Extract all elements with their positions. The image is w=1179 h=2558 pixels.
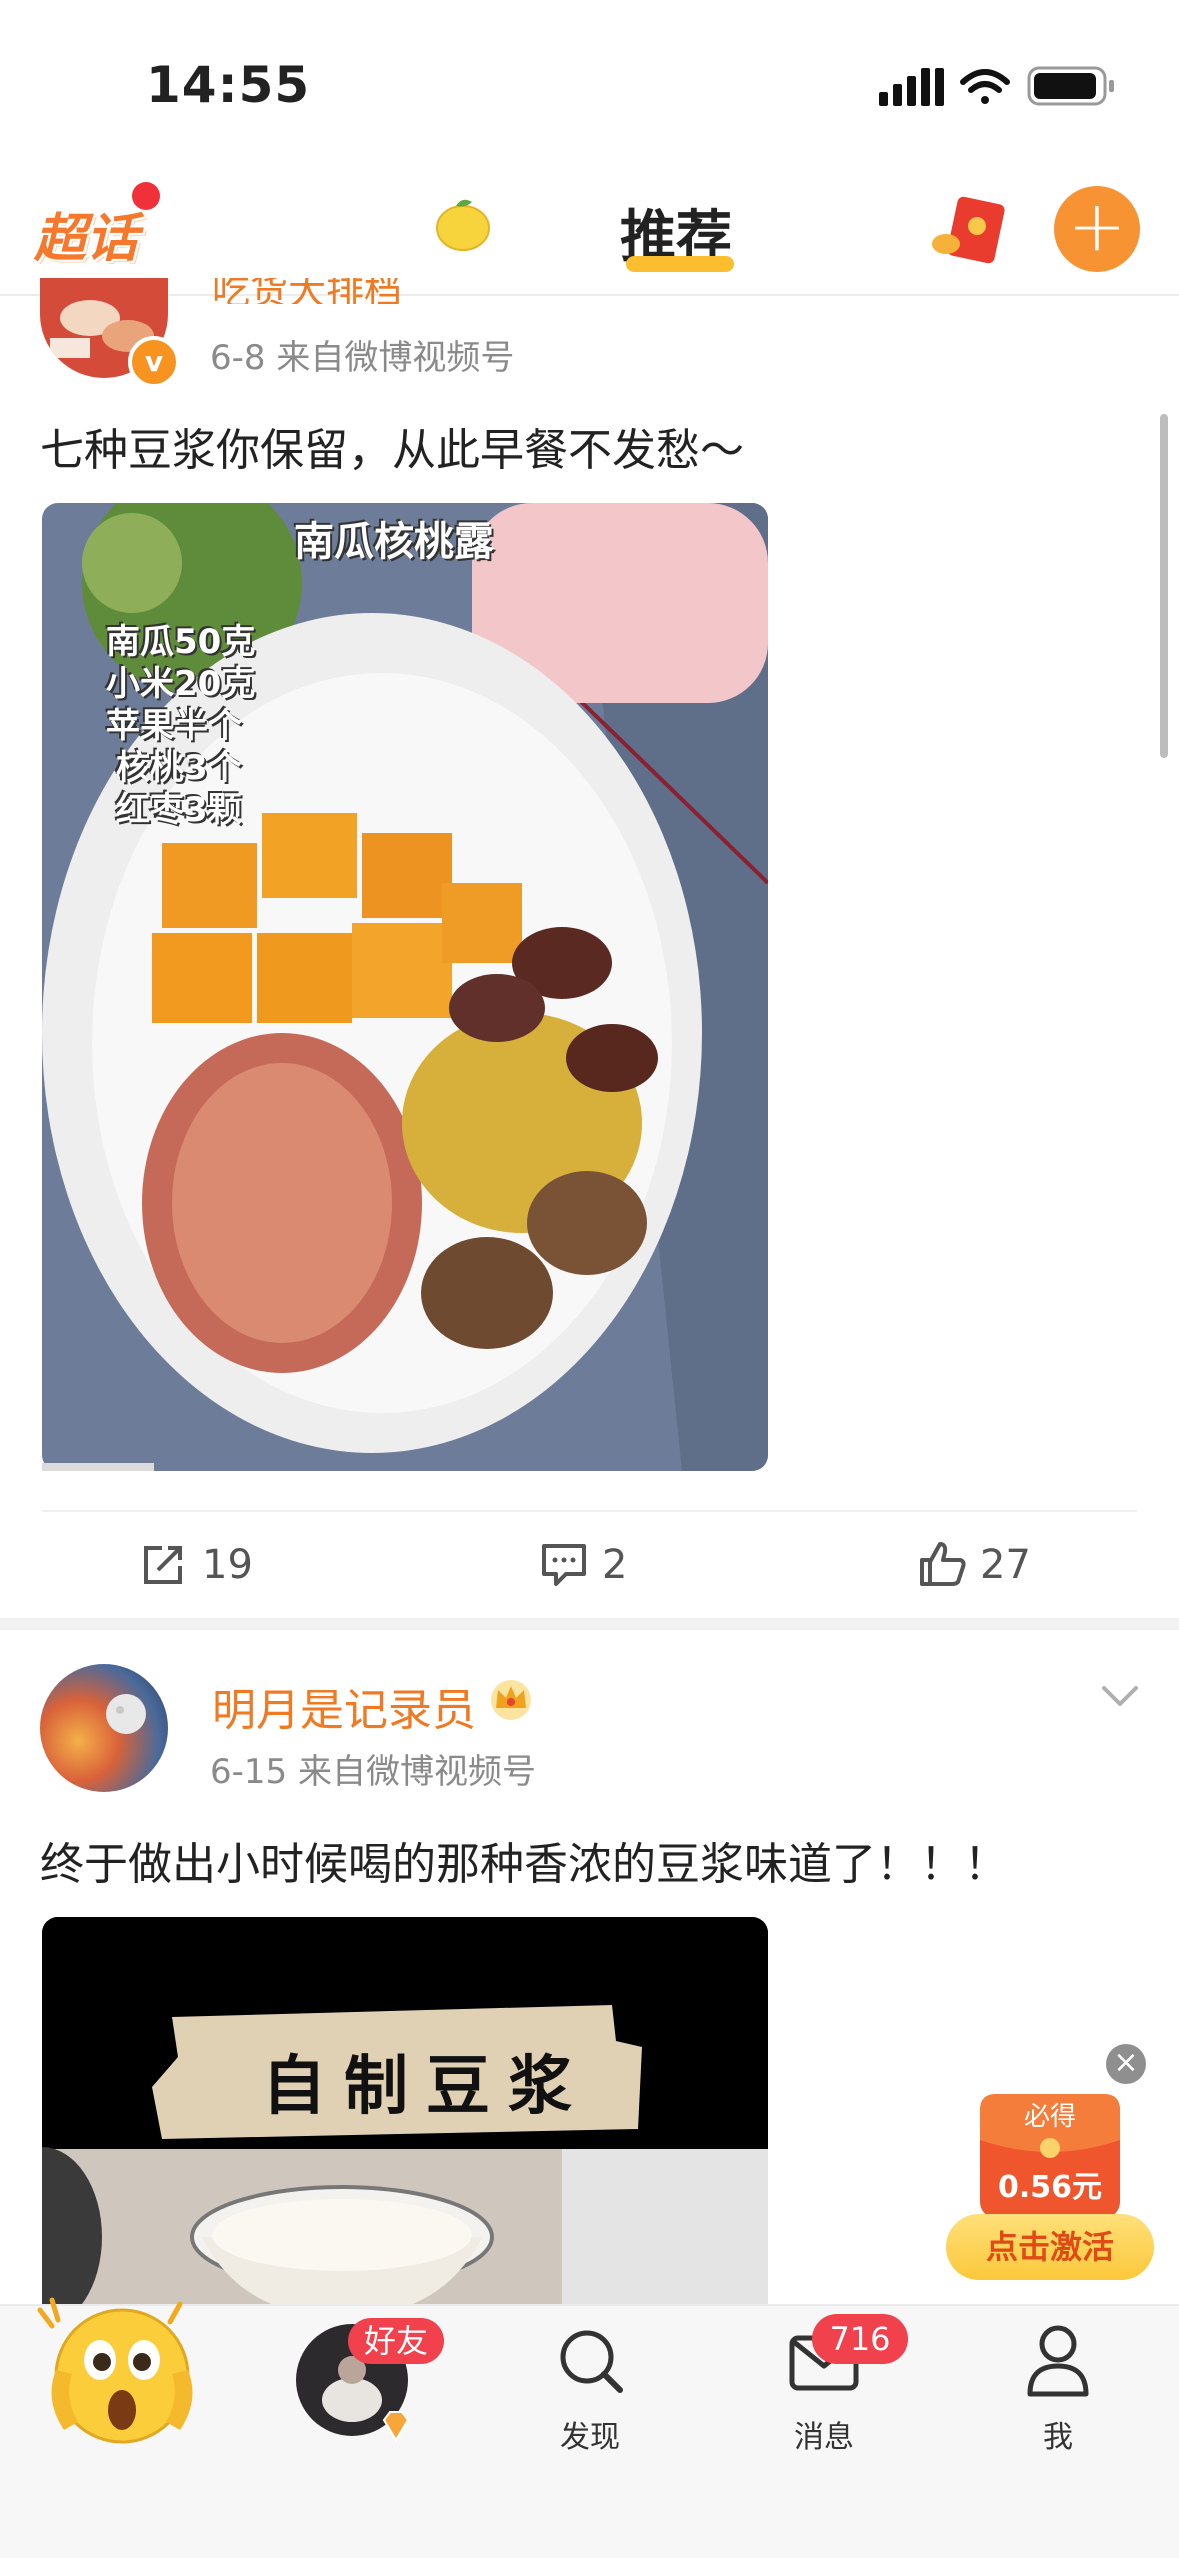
activate-button[interactable]: 点击激活 xyxy=(946,2214,1154,2280)
add-button[interactable]: + xyxy=(1054,186,1140,272)
active-tab-indicator xyxy=(626,256,734,272)
post-separator xyxy=(0,1618,1179,1630)
wifi-icon xyxy=(960,69,1010,104)
chevron-down-icon[interactable] xyxy=(1100,1680,1140,1710)
post2-meta: 6-15 来自微博视频号 xyxy=(210,1752,536,1792)
repost-icon xyxy=(144,1546,182,1584)
post1-meta: 6-8 来自微博视频号 xyxy=(210,338,515,378)
red-packet-icon[interactable] xyxy=(930,194,1006,270)
scrollbar[interactable] xyxy=(1160,414,1168,758)
post2-author-name[interactable]: 明月是记录员 xyxy=(212,1674,476,1738)
thumbs-up-icon xyxy=(920,1542,966,1586)
tab-messages[interactable]: 消息 xyxy=(764,2412,884,2456)
like-count: 27 xyxy=(980,1542,1031,1588)
tab-discover[interactable]: 发现 xyxy=(530,2412,650,2456)
ingredients-overlay: 南瓜50克 小米20克 苹果半个 核桃3个 红枣3颗 xyxy=(106,622,256,830)
comment-icon xyxy=(542,1544,586,1586)
chaohua-logo-text: 超话 xyxy=(33,209,138,269)
tab-me[interactable]: 我 xyxy=(998,2412,1118,2456)
diamond-icon xyxy=(382,2411,410,2442)
status-time: 14:55 xyxy=(146,56,311,114)
crown-icon xyxy=(491,1680,531,1720)
lemon-icon[interactable] xyxy=(430,192,496,258)
profile-icon[interactable] xyxy=(1026,2324,1090,2398)
status-icons xyxy=(879,66,1114,106)
post2-avatar[interactable] xyxy=(40,1664,168,1792)
battery-icon xyxy=(1027,66,1114,106)
video-title-overlay: 自制豆浆 xyxy=(262,2050,590,2124)
signal-icon xyxy=(879,68,944,106)
messages-badge: 716 xyxy=(812,2314,908,2364)
comment-count: 2 xyxy=(602,1542,628,1588)
post1-video-thumbnail[interactable]: 南瓜核桃露 南瓜50克 小米20克 苹果半个 核桃3个 红枣3颗 xyxy=(42,503,768,1471)
shocked-emoji-icon[interactable] xyxy=(30,2290,200,2450)
post1-author-name[interactable]: 吃货大排档 xyxy=(212,278,402,304)
reward-amount: 0.56元 xyxy=(997,2170,1103,2205)
verified-badge-icon: v xyxy=(128,336,180,388)
notification-dot xyxy=(132,182,160,210)
close-icon[interactable]: × xyxy=(1106,2044,1146,2084)
video-progress-bar[interactable] xyxy=(42,1463,154,1471)
video-title-overlay: 南瓜核桃露 xyxy=(294,519,494,565)
post2-text[interactable]: 终于做出小时候喝的那种香浓的豆浆味道了！！！ xyxy=(40,1828,1008,1892)
post1-text[interactable]: 七种豆浆你保留，从此早餐不发愁～ xyxy=(40,414,744,478)
chaohua-logo-button[interactable]: 超话 xyxy=(30,190,142,278)
post2-video-thumbnail[interactable]: 自制豆浆 xyxy=(42,1917,768,2317)
top-header: 超话 推荐 + xyxy=(0,170,1179,296)
friends-badge: 好友 xyxy=(348,2318,444,2364)
reward-must-get: 必得 xyxy=(1023,2102,1076,2132)
divider xyxy=(42,1510,1137,1512)
search-icon[interactable] xyxy=(556,2326,626,2396)
repost-count: 19 xyxy=(202,1542,253,1588)
